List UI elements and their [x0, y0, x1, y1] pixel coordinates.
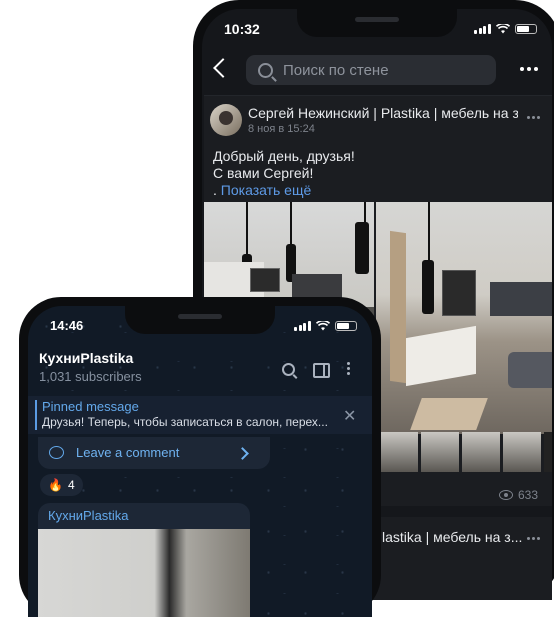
front-phone-screen: 14:46 КухниPlastika 1,031 subscribers Pi…: [28, 306, 372, 617]
search-placeholder: Поиск по стене: [283, 61, 389, 79]
battery-icon: [514, 23, 537, 34]
close-icon[interactable]: ✕: [343, 406, 356, 426]
post-more-icon[interactable]: [527, 116, 540, 119]
show-more-prefix: .: [213, 182, 221, 198]
reaction-count: 4: [67, 478, 75, 492]
post-date: 8 ноя в 15:24: [248, 123, 315, 135]
wifi-icon: [495, 23, 510, 33]
photo-thumbnail[interactable]: [421, 432, 459, 472]
back-arrow-icon[interactable]: [213, 58, 233, 78]
photo-thumbnail[interactable]: [462, 432, 500, 472]
pinned-message-bar[interactable]: Pinned message Друзья! Теперь, чтобы зап…: [28, 396, 372, 434]
views-count: 633: [517, 488, 538, 502]
channel-title[interactable]: КухниPlastika: [39, 350, 133, 366]
pinned-text: Друзья! Теперь, чтобы записаться в салон…: [42, 415, 328, 429]
front-phone: 14:46 КухниPlastika 1,031 subscribers Pi…: [19, 297, 381, 617]
reaction-chip[interactable]: 🔥 4: [40, 474, 83, 496]
notch: [297, 9, 457, 37]
search-icon: [258, 62, 273, 78]
post-text: Добрый день, друзья! С вами Сергей!: [213, 148, 355, 182]
post-text-line: С вами Сергей!: [213, 165, 314, 181]
pinned-label: Pinned message: [42, 399, 139, 414]
post-views: 633: [498, 488, 538, 502]
show-more-link[interactable]: Показать ещё: [221, 182, 312, 198]
channel-message: КухниPlastika: [38, 503, 250, 617]
photo-thumbnail[interactable]: [503, 432, 541, 472]
post-text-line: Добрый день, друзья!: [213, 148, 355, 164]
notch: [125, 306, 275, 334]
battery-icon: [334, 320, 357, 331]
post-photo-living-room[interactable]: [376, 202, 552, 434]
status-icons: [474, 23, 537, 34]
post-more-icon[interactable]: [527, 537, 540, 540]
sidebar-toggle-icon[interactable]: [313, 363, 330, 378]
leave-comment-label: Leave a comment: [76, 445, 180, 460]
signal-icon: [294, 320, 311, 331]
avatar[interactable]: [210, 104, 242, 136]
status-time: 14:46: [50, 318, 84, 333]
message-channel-name[interactable]: КухниPlastika: [48, 508, 129, 523]
signal-icon: [474, 23, 491, 34]
show-more: . Показать ещё: [213, 182, 311, 198]
fire-emoji-icon: 🔥: [48, 478, 63, 492]
photo-thumbnails[interactable]: [380, 432, 552, 472]
video-thumbnail[interactable]: [544, 432, 552, 472]
more-menu-icon[interactable]: [347, 362, 350, 375]
comment-icon: [49, 446, 64, 459]
leave-comment-button[interactable]: Leave a comment: [38, 437, 270, 469]
wall-search-input[interactable]: Поиск по стене: [246, 55, 496, 85]
search-icon[interactable]: [282, 363, 295, 376]
message-photo[interactable]: [38, 529, 250, 617]
post-author[interactable]: lastika | мебель на з...: [382, 529, 522, 545]
post-author[interactable]: Сергей Нежинский | Plastika | мебель на …: [248, 105, 518, 121]
eye-icon: [498, 490, 513, 500]
status-icons: [294, 320, 357, 331]
pinned-indicator: [35, 400, 37, 430]
more-options-icon[interactable]: [520, 67, 538, 71]
status-time: 10:32: [224, 21, 260, 37]
wifi-icon: [315, 320, 330, 330]
photo-thumbnail[interactable]: [380, 432, 418, 472]
subscriber-count: 1,031 subscribers: [39, 369, 142, 384]
chevron-right-icon: [236, 447, 249, 460]
